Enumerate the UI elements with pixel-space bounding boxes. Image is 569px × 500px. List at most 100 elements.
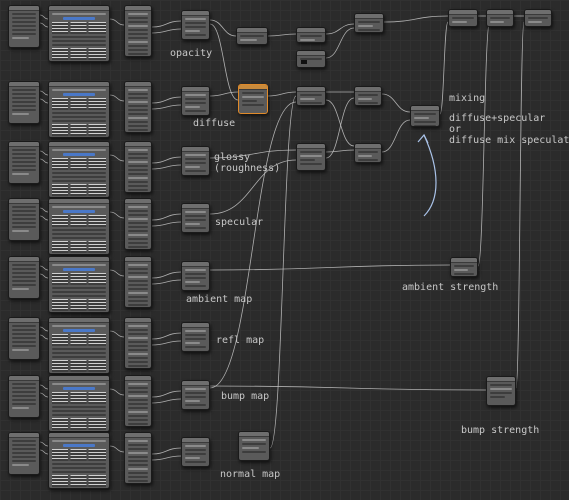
- node-wire: [39, 22, 49, 28]
- node-wire: [209, 91, 239, 97]
- curved-arrow-icon: [423, 134, 437, 217]
- node-wire: [151, 96, 182, 104]
- node-wire: [39, 392, 49, 398]
- texcoord-node-refl-map[interactable]: [8, 317, 40, 360]
- math-node-glossy[interactable]: [181, 146, 210, 176]
- glossy-bsdf-node[interactable]: [296, 143, 326, 171]
- invert-node[interactable]: [236, 27, 268, 45]
- image-texture-node-diffuse[interactable]: [48, 81, 110, 138]
- node-wire: [39, 265, 49, 271]
- math-node-bump-map[interactable]: [181, 380, 210, 410]
- mapping-node-normal-map[interactable]: [124, 432, 152, 484]
- label-diffuse: diffuse: [193, 118, 236, 129]
- math-node-opacity[interactable]: [181, 10, 210, 40]
- node-wire: [439, 21, 449, 115]
- node-wire: [209, 19, 237, 37]
- node-wire: [151, 156, 182, 164]
- normal-map-node[interactable]: [238, 431, 270, 461]
- node-wire: [325, 99, 355, 147]
- node-wire: [109, 330, 125, 338]
- node-wire: [325, 97, 355, 159]
- node-wire: [267, 91, 297, 97]
- node-wire: [151, 164, 182, 170]
- node-wire: [151, 213, 182, 221]
- image-texture-node-ambient-map[interactable]: [48, 256, 110, 313]
- image-texture-node-refl-map[interactable]: [48, 317, 110, 374]
- node-wire: [151, 28, 182, 34]
- texcoord-node-opacity[interactable]: [8, 5, 40, 48]
- mapping-node-bump-map[interactable]: [124, 375, 152, 427]
- node-wire: [151, 271, 182, 279]
- label-bump-strength: bump strength: [461, 425, 540, 436]
- image-texture-node-bump-map[interactable]: [48, 375, 110, 432]
- node-wire: [39, 449, 49, 455]
- node-wire: [39, 326, 49, 332]
- node-wire: [39, 98, 49, 104]
- image-texture-node-opacity[interactable]: [48, 5, 110, 62]
- node-wire: [151, 332, 182, 340]
- label-bump-map: bump map: [221, 391, 270, 402]
- mix-shader-node-main[interactable]: [410, 105, 440, 127]
- add-shader-node-final[interactable]: [448, 9, 478, 27]
- label-normal-map: normal map: [220, 469, 281, 480]
- node-wire: [151, 104, 182, 110]
- node-wire: [151, 279, 182, 285]
- mapping-node-diffuse[interactable]: [124, 81, 152, 133]
- node-wire: [151, 447, 182, 455]
- mapping-node-opacity[interactable]: [124, 5, 152, 57]
- node-wire: [39, 207, 49, 213]
- mix-shader-node-top[interactable]: [354, 13, 384, 33]
- add-shader-node-diffuse[interactable]: [296, 86, 326, 106]
- mapping-node-specular[interactable]: [124, 198, 152, 250]
- texcoord-node-normal-map[interactable]: [8, 432, 40, 475]
- math-node-normal-map[interactable]: [181, 437, 210, 467]
- math-node-diffuse[interactable]: [181, 86, 210, 116]
- mix-shader-node-final[interactable]: [486, 9, 514, 27]
- node-wire: [39, 215, 49, 221]
- node-wire: [151, 455, 182, 461]
- image-texture-node-glossy[interactable]: [48, 141, 110, 198]
- texcoord-node-bump-map[interactable]: [8, 375, 40, 418]
- label-glossy: glossy (roughness): [214, 152, 281, 174]
- mapping-node-glossy[interactable]: [124, 141, 152, 193]
- math-node-specular[interactable]: [181, 203, 210, 233]
- label-ambient-strength: ambient strength: [402, 282, 499, 293]
- texcoord-node-glossy[interactable]: [8, 141, 40, 184]
- node-wire: [151, 340, 182, 346]
- transparent-bsdf-node[interactable]: [296, 27, 326, 43]
- node-wire: [325, 23, 355, 35]
- diffuse-bsdf-node[interactable]: [238, 84, 268, 114]
- node-wire: [381, 119, 411, 153]
- node-wire: [209, 264, 451, 271]
- node-wire: [151, 221, 182, 227]
- node-wire: [209, 385, 487, 391]
- node-wire: [109, 445, 125, 453]
- node-wire: [325, 149, 355, 153]
- node-wire: [151, 398, 182, 404]
- mix-shader-node-glossy[interactable]: [354, 143, 382, 163]
- node-wire: [39, 90, 49, 96]
- texcoord-node-ambient-map[interactable]: [8, 256, 40, 299]
- node-wire: [381, 93, 411, 113]
- material-output-node[interactable]: [524, 9, 552, 27]
- math-node-ambient-map[interactable]: [181, 261, 210, 291]
- image-texture-node-normal-map[interactable]: [48, 432, 110, 489]
- ambient-strength-node[interactable]: [450, 257, 478, 277]
- label-refl-map: refl map: [216, 335, 265, 346]
- mapping-node-refl-map[interactable]: [124, 317, 152, 369]
- node-wire: [325, 27, 355, 59]
- node-wire: [515, 21, 525, 389]
- node-wire: [109, 269, 125, 277]
- texcoord-node-specular[interactable]: [8, 198, 40, 241]
- image-texture-node-specular[interactable]: [48, 198, 110, 255]
- node-wire: [151, 390, 182, 398]
- node-wire: [151, 20, 182, 28]
- mix-shader-node-diffuse[interactable]: [354, 86, 382, 106]
- texcoord-node-diffuse[interactable]: [8, 81, 40, 124]
- emission-node[interactable]: [296, 50, 326, 68]
- bump-strength-node[interactable]: [486, 376, 516, 406]
- math-node-refl-map[interactable]: [181, 322, 210, 352]
- node-wire: [39, 150, 49, 156]
- arrow-head-icon: [417, 133, 429, 144]
- mapping-node-ambient-map[interactable]: [124, 256, 152, 308]
